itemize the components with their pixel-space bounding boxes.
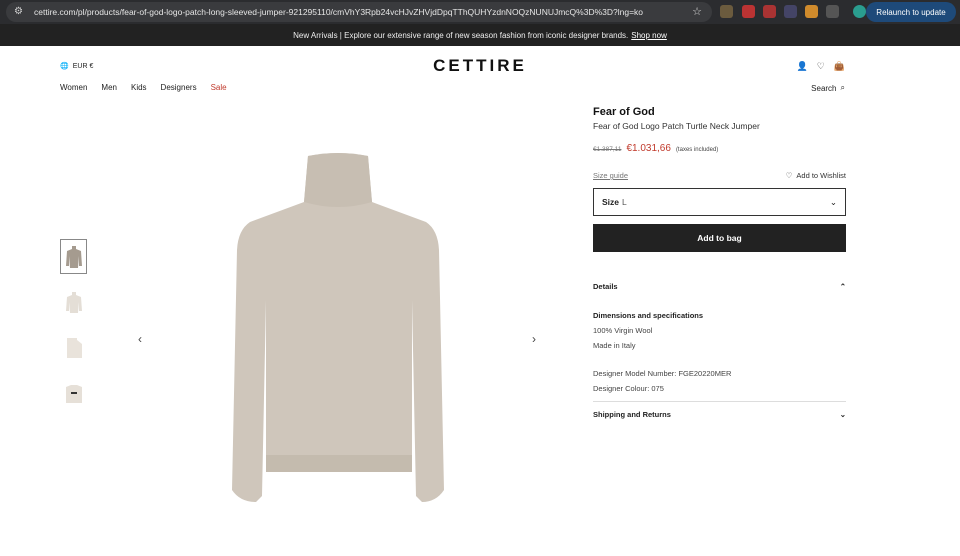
add-to-wishlist-button[interactable]: ♡ Add to Wishlist [786,171,846,180]
thumbnail[interactable] [60,284,87,319]
product-info: Fear of God Fear of God Logo Patch Turtl… [593,106,846,419]
extension-icon[interactable] [742,5,755,18]
size-label: Size [602,197,620,207]
nav-women[interactable]: Women [60,83,87,92]
size-select[interactable]: Size L ⌄ [593,188,846,216]
divider [593,401,846,402]
chevron-down-icon: ⌄ [839,410,846,419]
thumbnail[interactable] [60,329,87,364]
dimensions-title: Dimensions and specifications [593,311,704,320]
next-image-arrow-icon[interactable]: › [532,332,536,346]
url-text: cettire.com/pl/products/fear-of-god-logo… [34,7,644,17]
heart-icon: ♡ [785,171,793,180]
previous-image-arrow-icon[interactable]: ‹ [138,332,142,346]
browser-toolbar: ⚙ cettire.com/pl/products/fear-of-god-lo… [0,0,960,24]
extensions-puzzle-icon[interactable] [826,5,839,18]
size-guide-link[interactable]: Size guide [593,171,628,180]
details-accordion[interactable]: Details ⌃ [593,282,846,291]
announcement-text: New Arrivals | Explore our extensive ran… [293,30,629,40]
account-icon[interactable]: 👤 [796,61,807,72]
header-icons: 👤 ♡ 👜 [796,61,845,72]
nav-men[interactable]: Men [101,83,117,92]
original-price: €1.387,11 [593,146,622,153]
thumbnail[interactable] [60,239,87,274]
shipping-accordion[interactable]: Shipping and Returns ⌄ [593,410,846,419]
thumbnail[interactable] [60,374,87,409]
wishlist-label: Add to Wishlist [796,171,846,180]
wishlist-icon[interactable]: ♡ [817,61,825,72]
main-nav: Women Men Kids Designers Sale [60,83,227,92]
nav-sale[interactable]: Sale [211,83,227,92]
site-header: 🌐 EUR € CETTIRE Women Men Kids Designers… [0,46,960,101]
size-guide-row: Size guide ♡ Add to Wishlist [593,171,846,180]
bag-icon[interactable]: 👜 [834,61,845,72]
search-icon: ⌕ [840,83,845,92]
extension-icon[interactable] [805,5,818,18]
address-bar[interactable]: ⚙ cettire.com/pl/products/fear-of-god-lo… [6,2,712,22]
thumbnail-list [60,239,88,419]
site-settings-icon[interactable]: ⚙ [14,6,26,18]
tax-note: (taxes included) [675,147,719,153]
chevron-down-icon: ⌄ [829,196,837,207]
product-image [226,150,450,518]
announcement-bar: New Arrivals | Explore our extensive ran… [0,24,960,46]
profile-avatar[interactable] [853,5,866,18]
origin-text: Made in Italy [593,341,636,350]
extension-icon[interactable] [763,5,776,18]
sale-price: €1.031,66 [626,143,671,154]
details-title: Details [593,282,618,291]
search-label: Search [811,83,837,93]
add-to-bag-button[interactable]: Add to bag [593,224,846,252]
model-number-text: Designer Model Number: FGE20220MER [593,369,732,378]
shipping-title: Shipping and Returns [593,410,671,419]
search-button[interactable]: Search ⌕ [811,83,845,93]
price-row: €1.387,11 €1.031,66 (taxes included) [593,143,846,154]
relaunch-button[interactable]: Relaunch to update [866,2,956,22]
material-text: 100% Virgin Wool [593,326,653,335]
extension-icon[interactable] [784,5,797,18]
nav-kids[interactable]: Kids [131,83,147,92]
bookmark-star-icon[interactable]: ☆ [692,5,702,18]
size-value: L [622,197,627,207]
shop-now-link[interactable]: Shop now [631,31,667,40]
extension-icon[interactable] [720,5,733,18]
colour-text: Designer Colour: 075 [593,384,664,393]
sweater-illustration [232,153,444,502]
nav-designers[interactable]: Designers [161,83,197,92]
product-name: Fear of God Logo Patch Turtle Neck Jumpe… [593,121,760,131]
chevron-up-icon: ⌃ [839,282,846,291]
product-brand[interactable]: Fear of God [593,106,846,118]
